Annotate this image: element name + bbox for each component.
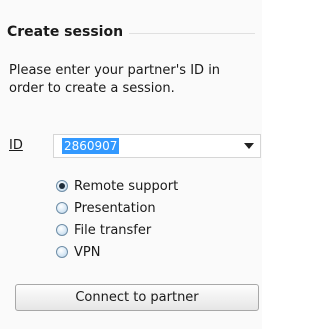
id-label: ID bbox=[9, 137, 23, 155]
group-title: Create session bbox=[7, 24, 124, 40]
radio-label[interactable]: VPN bbox=[74, 245, 100, 260]
create-session-panel: Create session Please enter your partner… bbox=[0, 0, 262, 329]
radio-button[interactable] bbox=[56, 246, 68, 258]
radio-remote-support[interactable]: Remote support bbox=[56, 175, 246, 197]
instructions-text: Please enter your partner's ID in order … bbox=[9, 63, 221, 96]
session-mode-radio-group: Remote support Presentation File transfe… bbox=[56, 175, 246, 263]
radio-label[interactable]: File transfer bbox=[74, 223, 151, 238]
radio-button[interactable] bbox=[56, 180, 68, 192]
partner-id-value[interactable]: 2860907 bbox=[62, 138, 120, 154]
radio-presentation[interactable]: Presentation bbox=[56, 197, 246, 219]
radio-label[interactable]: Remote support bbox=[74, 179, 178, 194]
group-divider bbox=[129, 32, 255, 34]
connect-to-partner-button[interactable]: Connect to partner bbox=[15, 284, 259, 311]
partner-id-combobox[interactable]: 2860907 bbox=[53, 134, 261, 158]
group-header: Create session bbox=[7, 20, 255, 44]
id-label-text: ID bbox=[9, 138, 23, 153]
radio-vpn[interactable]: VPN bbox=[56, 241, 246, 263]
radio-button[interactable] bbox=[56, 202, 68, 214]
radio-button[interactable] bbox=[56, 224, 68, 236]
chevron-down-icon[interactable] bbox=[244, 143, 254, 149]
radio-label[interactable]: Presentation bbox=[74, 201, 156, 216]
radio-file-transfer[interactable]: File transfer bbox=[56, 219, 246, 241]
